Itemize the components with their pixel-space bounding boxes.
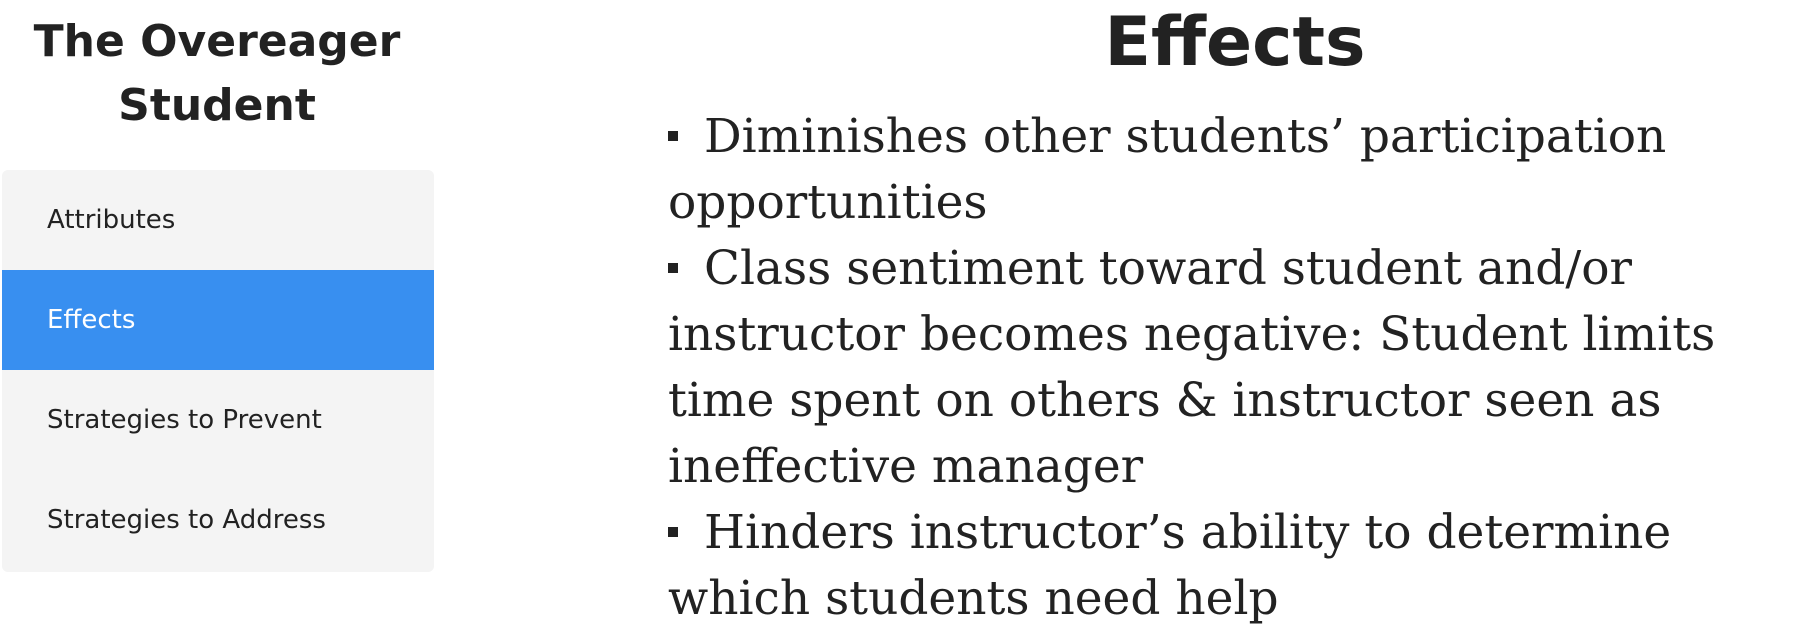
sidebar-menu: Attributes Effects Strategies to Prevent… <box>2 170 434 572</box>
sidebar-item-label: Strategies to Address <box>47 505 326 535</box>
sidebar-item-effects[interactable]: Effects <box>2 270 434 370</box>
list-item: Class sentiment toward student and/or in… <box>668 236 1808 500</box>
sidebar-item-label: Strategies to Prevent <box>47 405 322 435</box>
sidebar-title-line1: The Overeager <box>33 16 401 67</box>
square-bullet-icon <box>668 527 678 537</box>
sidebar-item-strategies-to-prevent[interactable]: Strategies to Prevent <box>2 370 434 470</box>
main-content: Effects Diminishes other students’ parti… <box>660 0 1810 626</box>
square-bullet-icon <box>668 263 678 273</box>
square-bullet-icon <box>668 131 678 141</box>
list-item-text: Class sentiment toward student and/or in… <box>668 241 1716 494</box>
list-item-text: Diminishes other students’ participation… <box>668 109 1667 230</box>
sidebar-item-attributes[interactable]: Attributes <box>2 170 434 270</box>
sidebar-item-strategies-to-address[interactable]: Strategies to Address <box>2 470 434 570</box>
list-item-text: Hinders instructor’s ability to determin… <box>668 505 1672 626</box>
page-title: Effects <box>1104 3 1366 82</box>
sidebar-item-label: Attributes <box>47 205 176 235</box>
sidebar: The Overeager Student Attributes Effects… <box>0 0 434 582</box>
sidebar-title-line2: Student <box>118 80 316 131</box>
sidebar-title: The Overeager Student <box>0 10 434 138</box>
sidebar-item-label: Effects <box>47 305 136 335</box>
list-item: Hinders instructor’s ability to determin… <box>668 500 1808 632</box>
list-item: Diminishes other students’ participation… <box>668 104 1808 236</box>
effects-list: Diminishes other students’ participation… <box>668 104 1808 632</box>
